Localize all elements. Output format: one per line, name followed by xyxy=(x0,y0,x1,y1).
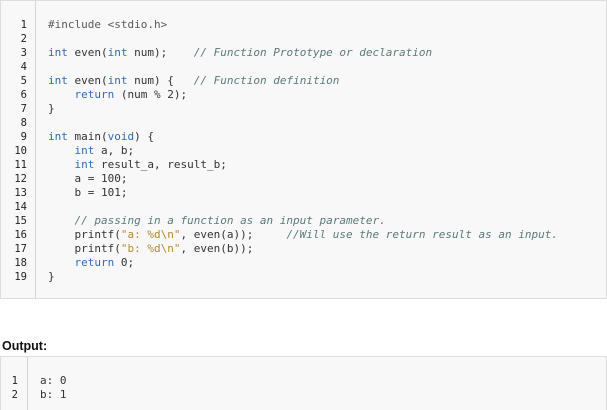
code-token: } xyxy=(48,102,55,115)
code-token: int xyxy=(48,46,68,59)
code-line: printf("a: %d\n", even(a)); //Will use t… xyxy=(48,228,558,242)
code-token: return xyxy=(74,88,115,101)
line-number: 6 xyxy=(20,89,27,101)
code-token: 0; xyxy=(114,256,135,269)
output-line-number: 1 xyxy=(11,375,18,387)
line-number: 14 xyxy=(14,201,27,213)
code-token: "b: %d\n" xyxy=(120,242,181,255)
output-line: b: 1 xyxy=(40,388,67,401)
line-number: 7 xyxy=(20,103,27,115)
line-number: 9 xyxy=(20,131,27,143)
line-number: 2 xyxy=(20,33,27,45)
code-editor: 1 2 3 4 5 6 7 8 9 10 11 12 13 14 15 16 1… xyxy=(0,0,607,299)
output-panel: 1 2 a: 0 b: 1 xyxy=(0,356,607,410)
code-token: , even(b)); xyxy=(180,242,254,255)
code-line: return (num % 2); xyxy=(48,88,188,102)
code-line: } xyxy=(48,102,55,116)
code-token: void xyxy=(107,130,135,143)
code-token: int xyxy=(74,158,95,171)
code-token: ) { xyxy=(134,130,154,143)
code-token: int xyxy=(107,74,128,87)
code-token: #include <stdio.h> xyxy=(48,18,168,31)
output-line-number-gutter: 1 2 xyxy=(1,357,28,410)
code-line: printf("b: %d\n", even(b)); xyxy=(48,242,253,256)
code-line: #include <stdio.h> xyxy=(48,18,167,32)
code-token: even( xyxy=(67,74,108,87)
line-number: 5 xyxy=(20,75,27,87)
code-line: b = 101; xyxy=(48,186,127,200)
code-line: int even(int num) { // Function definiti… xyxy=(48,74,339,88)
output-line-number: 2 xyxy=(11,389,18,401)
line-number-gutter: 1 2 3 4 5 6 7 8 9 10 11 12 13 14 15 16 1… xyxy=(1,1,36,298)
code-token: int xyxy=(48,130,68,143)
line-number: 4 xyxy=(20,61,27,73)
code-token: num); xyxy=(127,46,194,59)
code-line: int even(int num); // Function Prototype… xyxy=(48,46,432,60)
output-line: a: 0 xyxy=(40,374,67,387)
line-number: 1 xyxy=(20,19,27,31)
code-line: int result_a, result_b; xyxy=(48,158,227,172)
line-number: 17 xyxy=(14,243,27,255)
code-line: int main(void) { xyxy=(48,130,154,144)
line-number: 8 xyxy=(20,117,27,129)
output-heading: Output: xyxy=(2,339,48,353)
code-token: a, b; xyxy=(94,144,135,157)
line-number: 19 xyxy=(14,271,27,283)
code-token: (num % 2); xyxy=(114,88,188,101)
code-token: result_a, result_b; xyxy=(94,158,227,171)
code-token: b = 101; xyxy=(48,186,128,199)
code-line: a = 100; xyxy=(48,172,127,186)
line-number: 16 xyxy=(14,229,27,241)
code-token: // Function definition xyxy=(193,74,340,87)
code-token: //Will use the return result as an input… xyxy=(286,228,558,241)
line-number: 13 xyxy=(14,187,27,199)
code-token: printf( xyxy=(48,228,121,241)
code-token: "a: %d\n" xyxy=(120,228,181,241)
code-token: // passing in a function as an input par… xyxy=(74,214,386,227)
code-token: main( xyxy=(67,130,108,143)
code-token: printf( xyxy=(48,242,121,255)
line-number: 11 xyxy=(14,159,27,171)
line-number: 18 xyxy=(14,257,27,269)
code-token: a = 100; xyxy=(48,172,128,185)
code-token: int xyxy=(107,46,128,59)
code-line: int a, b; xyxy=(48,144,135,158)
code-token: } xyxy=(48,270,55,283)
code-token: , even(a)); xyxy=(180,228,287,241)
code-line: return 0; xyxy=(48,256,135,270)
line-number: 3 xyxy=(20,47,27,59)
code-line: } xyxy=(48,270,55,284)
code-token: // Function Prototype or declaration xyxy=(193,46,433,59)
code-token: int xyxy=(74,144,95,157)
code-token: num) { xyxy=(127,74,194,87)
code-line: // passing in a function as an input par… xyxy=(48,214,386,228)
code-token: int xyxy=(48,74,68,87)
code-token: return xyxy=(74,256,115,269)
line-number: 12 xyxy=(14,173,27,185)
code-token: even( xyxy=(67,46,108,59)
line-number: 10 xyxy=(14,145,27,157)
line-number: 15 xyxy=(14,215,27,227)
